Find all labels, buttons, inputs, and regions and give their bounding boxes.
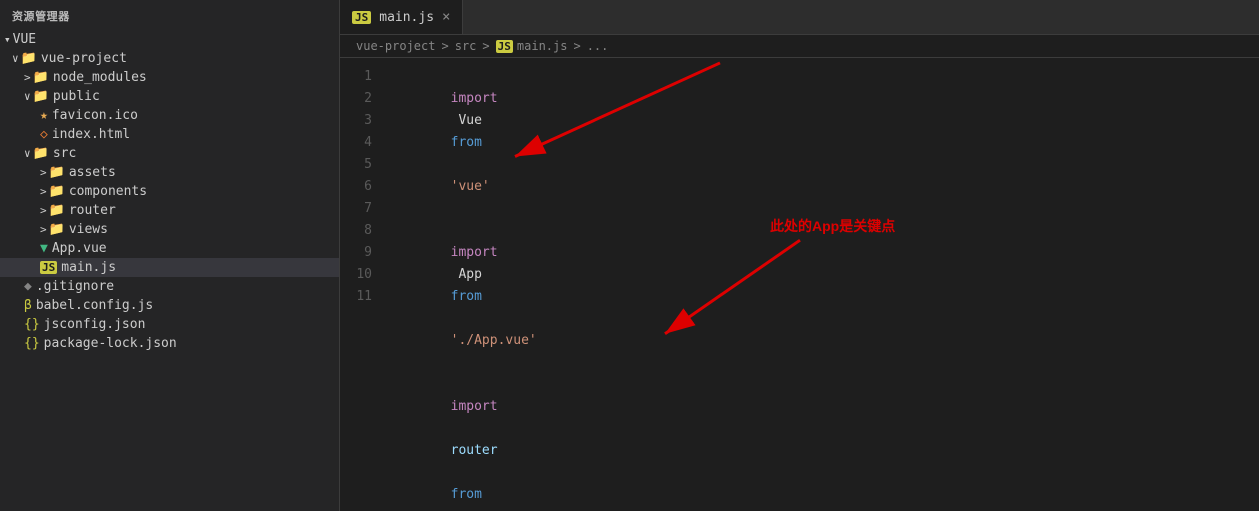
sidebar-item-label: public xyxy=(53,89,100,104)
sidebar-item-jsconfig[interactable]: {} jsconfig.json xyxy=(0,315,339,334)
breadcrumb-src: src xyxy=(455,39,477,53)
breadcrumb-sep2: > xyxy=(482,39,489,53)
string-app-vue: './App.vue' xyxy=(451,333,537,348)
folder-icon: 📁 xyxy=(49,222,65,237)
breadcrumb-ellipsis: ... xyxy=(587,39,609,53)
folder-icon: 📁 xyxy=(49,165,65,180)
breadcrumb-sep: > xyxy=(441,39,448,53)
sidebar-item-public[interactable]: ∨ 📁 public xyxy=(0,87,339,106)
code-lines: import Vue from 'vue' import App from '.… xyxy=(388,66,1259,503)
sidebar-item-vue[interactable]: ▾ VUE xyxy=(0,30,339,49)
chevron-icon: ∨ xyxy=(24,90,31,103)
tab-label: main.js xyxy=(379,10,434,25)
sidebar-item-label: .gitignore xyxy=(36,279,114,294)
sidebar-item-label: src xyxy=(53,146,76,161)
star-icon: ★ xyxy=(40,108,48,123)
sidebar-item-label: VUE xyxy=(13,32,36,47)
sidebar-item-assets[interactable]: > 📁 assets xyxy=(0,163,339,182)
breadcrumb-sep3: > xyxy=(573,39,580,53)
code-line-1: import Vue from 'vue' xyxy=(388,66,1243,220)
chevron-icon: ▾ xyxy=(4,33,11,46)
tab-js-icon: JS xyxy=(352,11,371,24)
code-line-2: import App from './App.vue' xyxy=(388,220,1243,374)
chevron-icon: ∨ xyxy=(24,147,31,160)
sidebar-item-package-lock[interactable]: {} package-lock.json xyxy=(0,334,339,353)
chevron-icon: > xyxy=(40,223,47,236)
sidebar-item-views[interactable]: > 📁 views xyxy=(0,220,339,239)
folder-icon: 📁 xyxy=(49,203,65,218)
code-editor[interactable]: 1 2 3 4 5 6 7 8 9 10 11 import Vue from … xyxy=(340,58,1259,511)
chevron-icon: > xyxy=(40,185,47,198)
chevron-icon: > xyxy=(24,71,31,84)
sidebar-item-babel[interactable]: β babel.config.js xyxy=(0,296,339,315)
sidebar-item-label: favicon.ico xyxy=(52,108,138,123)
breadcrumb-js-icon: JS xyxy=(496,40,513,53)
from-keyword: from xyxy=(451,135,482,150)
chevron-icon: > xyxy=(40,166,47,179)
folder-icon: 📁 xyxy=(33,89,49,104)
sidebar-item-label: components xyxy=(69,184,147,199)
sidebar-item-node-modules[interactable]: > 📁 node_modules xyxy=(0,68,339,87)
html-icon: ◇ xyxy=(40,127,48,142)
folder-icon: 📁 xyxy=(21,51,37,66)
sidebar-item-components[interactable]: > 📁 components xyxy=(0,182,339,201)
sidebar-item-index-html[interactable]: ◇ index.html xyxy=(0,125,339,144)
sidebar-item-vue-project[interactable]: ∨ 📁 vue-project xyxy=(0,49,339,68)
line-numbers: 1 2 3 4 5 6 7 8 9 10 11 xyxy=(340,66,388,503)
sidebar-item-label: assets xyxy=(69,165,116,180)
sidebar-item-label: views xyxy=(69,222,108,237)
sidebar-item-label: babel.config.js xyxy=(36,298,153,313)
folder-icon: 📁 xyxy=(33,146,49,161)
sidebar-item-label: jsconfig.json xyxy=(44,317,146,332)
folder-icon: 📁 xyxy=(33,70,49,85)
sidebar-title: 资源管理器 xyxy=(0,0,339,30)
tab-main-js[interactable]: JS main.js × xyxy=(340,0,463,34)
editor-area: JS main.js × vue-project > src > JS main… xyxy=(340,0,1259,511)
diamond-icon: ◆ xyxy=(24,279,32,294)
js-icon: JS xyxy=(40,261,57,274)
vue-icon: ▼ xyxy=(40,241,48,256)
sidebar-item-label: package-lock.json xyxy=(44,336,177,351)
sidebar-item-label: vue-project xyxy=(41,51,127,66)
babel-icon: β xyxy=(24,298,32,313)
sidebar-item-src[interactable]: ∨ 📁 src xyxy=(0,144,339,163)
sidebar-item-main-js[interactable]: JS main.js xyxy=(0,258,339,277)
code-line-3: import router from './router' xyxy=(388,374,1243,511)
breadcrumb-vue-project: vue-project xyxy=(356,39,435,53)
sidebar-item-label: node_modules xyxy=(53,70,147,85)
json-icon: {} xyxy=(24,336,40,351)
sidebar-item-label: App.vue xyxy=(52,241,107,256)
router-identifier: router xyxy=(451,443,498,458)
sidebar-item-app-vue[interactable]: ▼ App.vue xyxy=(0,239,339,258)
chevron-icon: > xyxy=(40,204,47,217)
folder-icon: 📁 xyxy=(49,184,65,199)
sidebar-item-router[interactable]: > 📁 router xyxy=(0,201,339,220)
sidebar-item-label: main.js xyxy=(61,260,116,275)
sidebar: 资源管理器 ▾ VUE ∨ 📁 vue-project > 📁 node_mod… xyxy=(0,0,340,511)
breadcrumb: vue-project > src > JS main.js > ... xyxy=(340,35,1259,58)
keyword: import xyxy=(451,91,498,106)
tab-bar: JS main.js × xyxy=(340,0,1259,35)
sidebar-item-favicon[interactable]: ★ favicon.ico xyxy=(0,106,339,125)
sidebar-item-label: index.html xyxy=(52,127,130,142)
sidebar-item-label: router xyxy=(69,203,116,218)
tab-close-button[interactable]: × xyxy=(442,10,450,24)
string-vue: 'vue' xyxy=(451,179,490,194)
json-icon: {} xyxy=(24,317,40,332)
chevron-icon: ∨ xyxy=(12,52,19,65)
sidebar-item-gitignore[interactable]: ◆ .gitignore xyxy=(0,277,339,296)
breadcrumb-filename: main.js xyxy=(517,39,568,53)
